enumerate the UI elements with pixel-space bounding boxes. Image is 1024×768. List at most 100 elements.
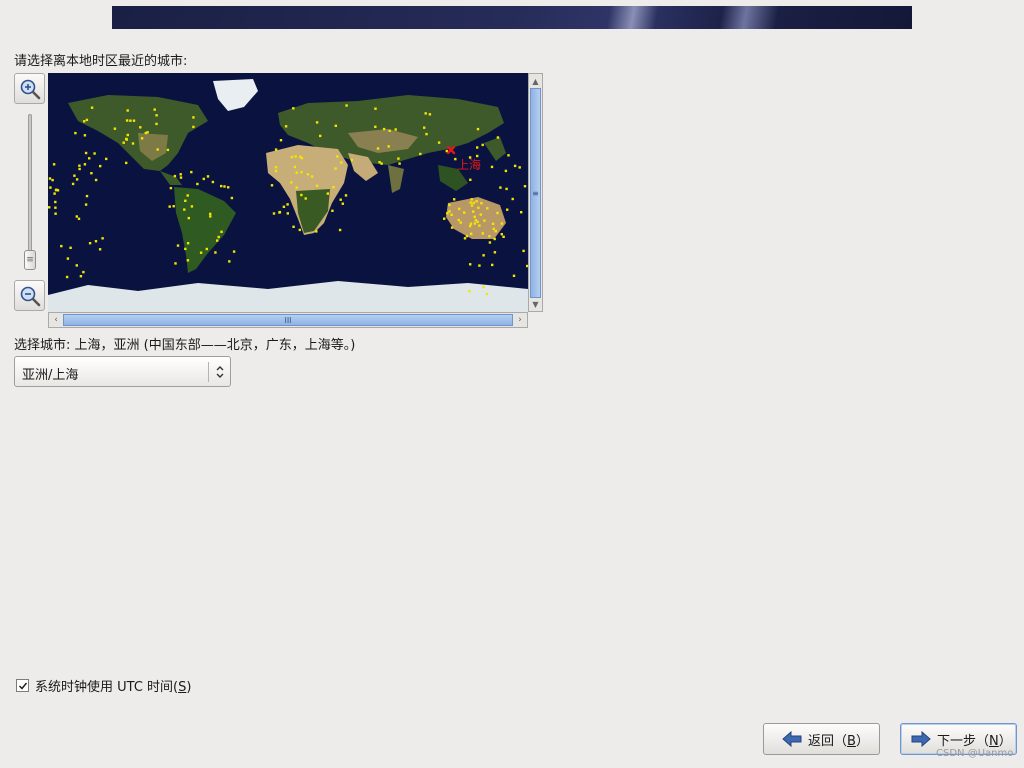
city-dot[interactable] (304, 197, 307, 200)
city-dot[interactable] (126, 109, 129, 112)
city-dot[interactable] (202, 177, 205, 181)
city-dot[interactable] (290, 181, 293, 184)
city-dot[interactable] (66, 257, 70, 260)
city-dot[interactable] (78, 167, 81, 171)
city-dot[interactable] (446, 212, 449, 215)
city-dot[interactable] (77, 217, 81, 220)
city-dot[interactable] (423, 126, 426, 129)
city-dot[interactable] (166, 148, 170, 152)
city-dot[interactable] (186, 194, 189, 197)
city-dot[interactable] (482, 254, 485, 257)
city-dot[interactable] (457, 207, 461, 211)
city-dot[interactable] (437, 141, 441, 144)
city-dot[interactable] (52, 163, 56, 166)
city-dot[interactable] (176, 244, 180, 247)
city-dot[interactable] (293, 165, 297, 169)
city-dot[interactable] (344, 194, 348, 197)
city-dot[interactable] (54, 206, 57, 209)
city-dot[interactable] (223, 185, 226, 188)
city-dot[interactable] (79, 275, 83, 278)
timezone-combo[interactable]: 亚洲/上海 (14, 356, 231, 387)
city-dot[interactable] (209, 212, 212, 216)
city-dot[interactable] (48, 177, 52, 180)
city-dot[interactable] (476, 154, 479, 158)
city-dot[interactable] (155, 122, 158, 126)
city-dot[interactable] (483, 219, 486, 222)
city-dot[interactable] (450, 226, 454, 229)
city-dot[interactable] (295, 186, 298, 189)
city-dot[interactable] (496, 211, 499, 215)
city-dot[interactable] (292, 107, 295, 110)
city-dot[interactable] (334, 124, 337, 127)
city-dot[interactable] (140, 137, 144, 140)
city-dot[interactable] (468, 290, 471, 293)
city-dot[interactable] (284, 125, 288, 128)
city-dot[interactable] (315, 121, 319, 124)
city-dot[interactable] (319, 134, 322, 138)
city-dot[interactable] (168, 205, 171, 208)
city-dot[interactable] (78, 164, 81, 167)
city-dot[interactable] (425, 132, 428, 136)
city-dot[interactable] (482, 285, 485, 289)
city-dot[interactable] (93, 152, 96, 155)
city-dot[interactable] (217, 235, 220, 239)
city-dot[interactable] (205, 247, 208, 251)
city-dot[interactable] (84, 203, 88, 206)
city-dot[interactable] (279, 139, 283, 142)
city-dot[interactable] (282, 205, 286, 208)
city-dot[interactable] (506, 208, 509, 211)
city-dot[interactable] (465, 234, 469, 238)
city-dot[interactable] (463, 211, 466, 214)
city-dot[interactable] (51, 178, 54, 182)
city-dot[interactable] (500, 222, 504, 225)
city-dot[interactable] (82, 270, 85, 274)
city-dot[interactable] (345, 104, 348, 107)
city-dot[interactable] (505, 187, 508, 191)
city-dot[interactable] (481, 143, 484, 147)
city-dot[interactable] (209, 215, 212, 218)
city-dot[interactable] (374, 125, 377, 128)
city-dot[interactable] (292, 225, 295, 228)
city-dot[interactable] (463, 237, 467, 240)
city-dot[interactable] (88, 157, 91, 160)
city-dot[interactable] (479, 213, 482, 216)
city-dot[interactable] (299, 155, 302, 158)
map-vertical-scrollbar[interactable]: ▲ ≡ ▼ (528, 73, 543, 312)
city-dot[interactable] (488, 235, 491, 238)
city-dot[interactable] (380, 162, 383, 165)
utc-option[interactable]: 系统时钟使用 UTC 时间(S) (16, 676, 191, 695)
city-dot[interactable] (443, 217, 446, 220)
city-dot[interactable] (481, 232, 484, 235)
city-dot[interactable] (493, 251, 497, 254)
city-dot[interactable] (459, 221, 462, 224)
city-dot[interactable] (486, 207, 489, 210)
city-dot[interactable] (490, 165, 494, 169)
city-dot[interactable] (88, 242, 92, 245)
city-dot[interactable] (470, 198, 473, 201)
city-dot[interactable] (129, 119, 132, 122)
city-dot[interactable] (480, 202, 483, 205)
city-dot[interactable] (113, 127, 117, 130)
city-dot[interactable] (155, 114, 158, 117)
city-dot[interactable] (419, 152, 422, 156)
city-dot[interactable] (125, 119, 129, 122)
city-dot[interactable] (469, 178, 472, 181)
city-dot[interactable] (228, 260, 231, 263)
city-dot[interactable] (477, 206, 480, 209)
city-dot[interactable] (499, 186, 502, 189)
city-dot[interactable] (492, 227, 495, 231)
city-dot[interactable] (220, 230, 223, 233)
city-dot[interactable] (156, 148, 159, 151)
city-dot[interactable] (132, 119, 136, 122)
city-dot[interactable] (469, 201, 472, 204)
world-map[interactable]: 上海 (48, 73, 528, 312)
city-dot[interactable] (450, 213, 453, 216)
city-dot[interactable] (457, 218, 460, 222)
city-dot[interactable] (60, 244, 63, 248)
city-dot[interactable] (272, 212, 276, 215)
city-dot[interactable] (211, 180, 215, 184)
city-dot[interactable] (183, 208, 186, 211)
zoom-in-button[interactable] (14, 73, 45, 104)
city-dot[interactable] (232, 250, 236, 253)
city-dot[interactable] (496, 136, 500, 139)
